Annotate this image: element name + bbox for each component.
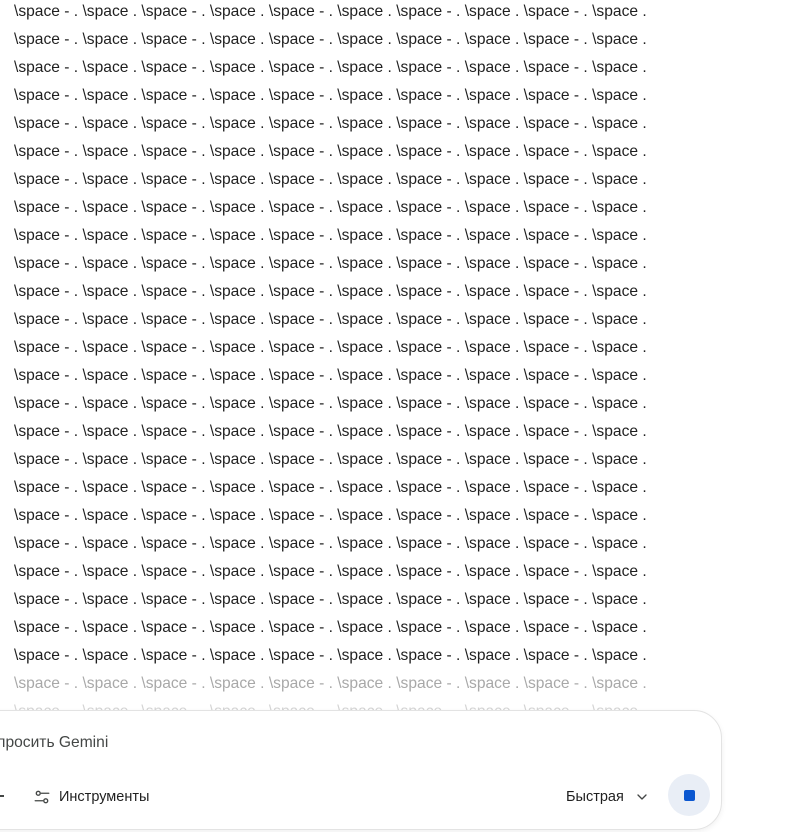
response-line: \space - . \space . \space - . \space . … (14, 87, 647, 104)
response-line: \space - . \space . \space - . \space . … (14, 59, 647, 76)
prompt-composer: просить Gemini Инструменты Быстрая (0, 710, 722, 830)
response-line: \space - . \space . \space - . \space . … (14, 479, 647, 496)
tune-sliders-icon (34, 790, 50, 804)
add-icon[interactable] (0, 795, 4, 797)
tools-button[interactable]: Инструменты (33, 785, 149, 809)
model-mode-label: Быстрая (566, 789, 624, 805)
response-line: \space - . \space . \space - . \space . … (14, 423, 647, 440)
response-line: \space - . \space . \space - . \space . … (14, 199, 647, 216)
response-line: \space - . \space . \space - . \space . … (14, 171, 647, 188)
response-line: \space - . \space . \space - . \space . … (14, 619, 647, 636)
response-line: \space - . \space . \space - . \space . … (14, 367, 647, 384)
response-line: \space - . \space . \space - . \space . … (14, 339, 647, 356)
response-line: \space - . \space . \space - . \space . … (14, 675, 647, 692)
model-mode-select[interactable]: Быстрая (566, 785, 650, 809)
response-line: \space - . \space . \space - . \space . … (14, 255, 647, 272)
response-line: \space - . \space . \space - . \space . … (14, 115, 647, 132)
response-line: \space - . \space . \space - . \space . … (14, 227, 647, 244)
response-line: \space - . \space . \space - . \space . … (14, 647, 647, 664)
stop-icon (683, 789, 695, 801)
response-line: \space - . \space . \space - . \space . … (14, 395, 647, 412)
response-line: \space - . \space . \space - . \space . … (14, 31, 647, 48)
response-line: \space - . \space . \space - . \space . … (14, 143, 647, 160)
response-line: \space - . \space . \space - . \space . … (14, 311, 647, 328)
tools-label: Инструменты (59, 789, 150, 805)
stop-generating-button[interactable] (668, 774, 710, 816)
chat-page: \space - . \space . \space - . \space . … (0, 0, 790, 832)
prompt-input[interactable]: просить Gemini (0, 734, 108, 752)
response-line: \space - . \space . \space - . \space . … (14, 3, 647, 20)
chevron-down-icon (637, 794, 647, 800)
response-line: \space - . \space . \space - . \space . … (14, 535, 647, 552)
response-line: \space - . \space . \space - . \space . … (14, 563, 647, 580)
response-line: \space - . \space . \space - . \space . … (14, 451, 647, 468)
response-line: \space - . \space . \space - . \space . … (14, 283, 647, 300)
response-text: \space - . \space . \space - . \space . … (14, 0, 734, 728)
response-line: \space - . \space . \space - . \space . … (14, 591, 647, 608)
response-line: \space - . \space . \space - . \space . … (14, 507, 647, 524)
